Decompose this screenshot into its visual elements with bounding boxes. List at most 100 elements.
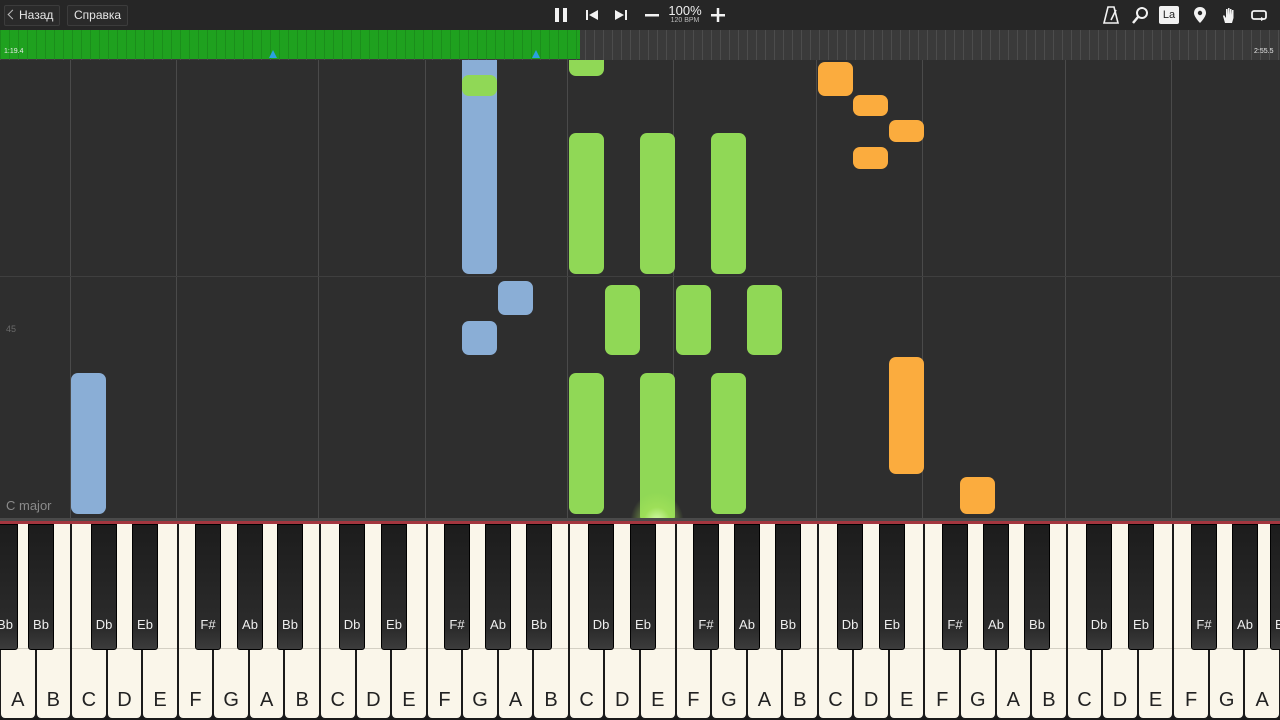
minus-icon[interactable] [642,5,662,25]
white-key-label: C [828,689,843,711]
loop-marker-end[interactable] [532,50,540,58]
white-key-label: D [117,689,132,711]
black-key-label: Bb [282,617,298,632]
white-key-label: D [1112,689,1128,711]
black-key[interactable]: Eb [879,524,905,650]
note-green [711,373,746,514]
white-key-label: A [1006,689,1020,711]
white-key-label: C [81,689,97,711]
black-key[interactable]: Bb [1270,524,1280,650]
black-key-label: Db [1090,617,1108,632]
note-green [462,75,497,96]
black-key-label: Eb [1133,617,1149,632]
plus-icon[interactable] [708,5,728,25]
black-key[interactable]: Bb [28,524,54,650]
black-key[interactable]: Ab [1232,524,1258,650]
white-key-label: G [969,689,986,711]
black-key[interactable]: Db [588,524,614,650]
black-key-label: Bb [531,617,547,632]
current-time: 1:19.4 [4,48,24,55]
metronome-icon[interactable] [1101,5,1121,25]
black-key[interactable]: Eb [630,524,656,650]
black-key-label: Ab [739,617,755,632]
black-key[interactable]: Bb [775,524,801,650]
white-key-label: D [614,689,630,711]
white-key-label: E [402,689,416,711]
toolbar: Назад Справка 100% 120 BPM La [0,0,1280,30]
note-green [640,133,675,274]
white-key-label: E [153,689,167,711]
black-key[interactable]: Db [339,524,365,650]
zoom-level: 100% [668,3,702,18]
skip-back-icon[interactable] [582,5,602,25]
grid-line [567,60,568,518]
white-key-label: E [651,689,665,711]
black-key[interactable]: Eb [381,524,407,650]
note-orange [818,62,853,96]
loop-icon[interactable] [1249,5,1269,25]
magnifier-icon[interactable] [1130,5,1150,25]
black-key[interactable]: Eb [1128,524,1154,650]
black-key[interactable]: Ab [734,524,760,650]
grid-line [816,60,817,518]
black-key[interactable]: Ab [237,524,263,650]
white-key-label: A [508,689,523,711]
timeline-scrubber[interactable] [0,30,1280,60]
note-orange [889,357,924,474]
note-blue [498,281,533,315]
pause-icon[interactable] [551,5,571,25]
black-key[interactable]: Ab [983,524,1009,650]
piano-keyboard: A B C D E F G A B C D E F G A B C D E F G A B C D E F G A B C D E F G A Bb Bb… [0,524,1280,720]
black-key-label: F# [947,617,963,632]
black-key-label: F# [1196,617,1212,632]
note-green [747,285,782,355]
note-orange [960,477,995,514]
white-key-label: F [936,689,949,711]
black-key[interactable]: Bb [526,524,552,650]
black-key[interactable]: F# [693,524,719,650]
black-key[interactable]: Db [837,524,863,650]
note-blue [71,373,106,514]
black-key[interactable]: F# [444,524,470,650]
black-key-label: Ab [1237,617,1253,632]
white-key-label: B [295,689,309,711]
white-key-label: E [899,689,914,711]
timeline-progress [0,30,580,59]
black-key[interactable]: Eb [132,524,158,650]
black-key[interactable]: F# [195,524,221,650]
note-orange [853,95,888,116]
black-key-label: Ab [242,617,258,632]
hand-icon[interactable] [1219,5,1239,25]
white-key-label: G [223,689,239,711]
white-key-label: C [1077,689,1092,711]
white-key-label: G [472,689,488,711]
white-key-label: A [11,689,25,711]
black-key[interactable]: F# [1191,524,1217,650]
loop-marker-start[interactable] [269,50,277,58]
white-key-label: F [687,689,700,711]
black-key[interactable]: Bb [1024,524,1050,650]
black-key-label: Db [841,617,859,632]
skip-forward-icon[interactable] [611,5,631,25]
white-key-label: E [1148,689,1163,711]
black-key[interactable]: F# [942,524,968,650]
black-key-label: F# [449,617,465,632]
black-key[interactable]: Db [1086,524,1112,650]
label-la-text: La [1159,6,1179,24]
label-la-icon[interactable]: La [1159,5,1181,25]
white-key-label: G [1218,689,1235,711]
black-key[interactable]: Bb [277,524,303,650]
help-button[interactable]: Справка [67,5,129,26]
white-key-label: B [793,689,807,711]
black-key-label: Db [592,617,610,632]
black-key[interactable]: Db [91,524,117,650]
black-key-label: Ab [988,617,1004,632]
white-key-label: C [330,689,345,711]
location-pin-icon[interactable] [1190,5,1210,25]
black-key[interactable]: Bb [0,524,18,650]
black-key-label: Eb [884,617,900,632]
back-button[interactable]: Назад [4,5,61,26]
note-green [569,373,604,514]
white-key-label: F [1184,689,1198,711]
black-key[interactable]: Ab [485,524,511,650]
